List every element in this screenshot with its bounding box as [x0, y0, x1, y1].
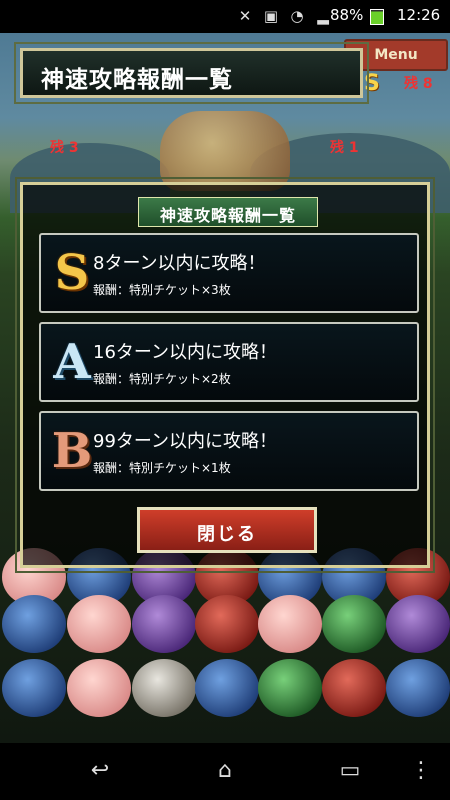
status-bar: ✕ ▣ ◔ ▂ 88% 12:26 — [0, 0, 450, 33]
battery-icon — [370, 9, 384, 25]
reward-row-s: S 8ターン以内に攻略！ 報酬：特別チケット×3枚 — [39, 233, 419, 313]
sd-card-icon: ▣ — [263, 7, 279, 25]
recent-apps-icon[interactable]: ▭ — [332, 756, 368, 786]
puzzle-piece[interactable] — [258, 659, 322, 717]
rank-s-badge: S — [54, 245, 90, 301]
puzzle-piece[interactable] — [386, 659, 450, 717]
top-right-remaining: 残 8 — [404, 76, 433, 92]
reward-prize: 報酬：特別チケット×1枚 — [93, 461, 231, 475]
close-button-label: 閉じる — [197, 524, 257, 545]
dialog-header: 神速攻略報酬一覧 — [138, 197, 318, 227]
puzzle-piece[interactable] — [258, 595, 322, 653]
puzzle-piece[interactable] — [322, 659, 386, 717]
puzzle-row — [0, 659, 450, 721]
puzzle-piece[interactable] — [322, 595, 386, 653]
left-enemy-remaining: 残 3 — [50, 140, 79, 156]
puzzle-piece[interactable] — [2, 595, 66, 653]
boss-sprite — [160, 111, 290, 191]
right-enemy-remaining: 残 1 — [330, 140, 359, 156]
reward-row-b: B 99ターン以内に攻略！ 報酬：特別チケット×1枚 — [39, 411, 419, 491]
navigation-bar: ↩ ⌂ ▭ ⋮ — [0, 743, 450, 800]
puzzle-piece[interactable] — [132, 595, 196, 653]
puzzle-piece[interactable] — [195, 595, 259, 653]
reward-condition: 8ターン以内に攻略！ — [93, 253, 266, 274]
title-banner: 神速攻略報酬一覧 — [14, 42, 369, 104]
battery-percent: 88% — [330, 6, 364, 24]
overflow-menu-icon[interactable]: ⋮ — [410, 756, 432, 786]
no-sim-icon: ✕ — [238, 7, 252, 25]
puzzle-piece[interactable] — [67, 595, 131, 653]
puzzle-piece[interactable] — [2, 659, 66, 717]
wifi-icon: ◔ — [290, 7, 304, 25]
puzzle-row — [0, 595, 450, 657]
reward-list-dialog: 神速攻略報酬一覧 S 8ターン以内に攻略！ 報酬：特別チケット×3枚 A 16タ… — [15, 177, 435, 573]
rank-b-badge: B — [51, 423, 93, 479]
back-icon[interactable]: ↩ — [82, 756, 118, 786]
reward-prize: 報酬：特別チケット×2枚 — [93, 372, 231, 386]
status-icons: ✕ ▣ ◔ ▂ — [236, 7, 332, 25]
puzzle-piece[interactable] — [132, 659, 196, 717]
clock: 12:26 — [397, 6, 441, 24]
reward-prize: 報酬：特別チケット×3枚 — [93, 283, 231, 297]
reward-row-a: A 16ターン以内に攻略！ 報酬：特別チケット×2枚 — [39, 322, 419, 402]
dialog-title: 神速攻略報酬一覧 — [159, 206, 296, 225]
rank-indicator: S — [364, 71, 380, 96]
reward-condition: 99ターン以内に攻略！ — [93, 431, 278, 452]
title-banner-text: 神速攻略報酬一覧 — [41, 67, 233, 93]
puzzle-piece[interactable] — [67, 659, 131, 717]
puzzle-piece[interactable] — [386, 595, 450, 653]
home-icon[interactable]: ⌂ — [207, 756, 243, 786]
puzzle-piece[interactable] — [195, 659, 259, 717]
reward-condition: 16ターン以内に攻略！ — [93, 342, 278, 363]
rank-a-badge: A — [53, 334, 91, 390]
close-button[interactable]: 閉じる — [137, 507, 317, 553]
